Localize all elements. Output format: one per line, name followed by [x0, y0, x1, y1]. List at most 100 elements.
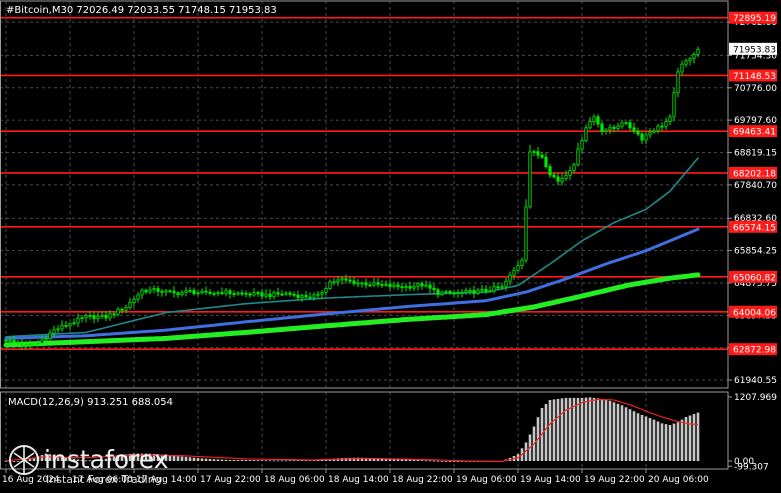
candle-body — [120, 308, 124, 311]
candle-body — [60, 325, 64, 330]
macd-bar — [200, 458, 204, 462]
time-tick-label: 20 Aug 06:00 — [648, 475, 709, 485]
candle-body — [500, 285, 504, 288]
macd-bar — [588, 397, 592, 462]
candle-body — [220, 292, 224, 295]
candle-body — [460, 291, 464, 294]
level-label: 69463.41 — [733, 128, 776, 138]
candle-body — [672, 92, 676, 118]
candle-body — [80, 317, 84, 320]
candle-body — [204, 290, 208, 293]
time-tick-label: 18 Aug 06:00 — [264, 475, 325, 485]
candle-body — [188, 290, 192, 292]
candle-body — [256, 292, 260, 295]
candle-body — [596, 116, 600, 125]
candle-body — [624, 122, 628, 124]
candle-body — [8, 339, 12, 342]
macd-bar — [284, 460, 288, 462]
candle-body — [92, 315, 96, 320]
macd-bar — [616, 403, 620, 462]
level-label: 65060.82 — [733, 273, 776, 283]
macd-bar — [436, 460, 440, 462]
macd-bar — [280, 460, 284, 462]
time-tick-label: 17 Aug 22:00 — [200, 475, 261, 485]
price-tick-label: 67840.70 — [734, 181, 777, 191]
candle-body — [196, 292, 200, 295]
macd-bar — [632, 411, 636, 462]
candle-body — [280, 293, 284, 296]
candle-body — [440, 291, 444, 295]
candle-body — [300, 295, 304, 298]
candle-body — [348, 279, 352, 282]
candle-body — [360, 282, 364, 285]
candle-body — [520, 259, 524, 266]
candle-body — [276, 292, 280, 295]
macd-bar — [628, 409, 632, 462]
candle-body — [116, 308, 120, 315]
macd-bar — [168, 455, 172, 462]
candle-body — [612, 126, 616, 129]
candle-body — [248, 293, 252, 296]
chart-header: #Bitcoin,M30 72026.49 72033.55 71748.15 … — [6, 5, 277, 16]
macd-bar — [172, 455, 176, 462]
candle-body — [692, 53, 696, 60]
macd-bar — [636, 413, 640, 462]
candle-body — [236, 292, 240, 295]
candle-body — [608, 126, 612, 131]
candle-body — [40, 339, 44, 344]
macd-bar — [560, 398, 564, 462]
candle-body — [332, 281, 336, 284]
macd-bar — [184, 456, 188, 462]
candle-body — [396, 284, 400, 288]
candle-body — [456, 292, 460, 294]
macd-bar — [424, 460, 428, 462]
candle-body — [264, 293, 268, 297]
macd-bar — [192, 457, 196, 462]
macd-bar — [256, 460, 260, 462]
candle-body — [512, 269, 516, 276]
candle-body — [656, 125, 660, 132]
candle-body — [548, 166, 552, 176]
candle-body — [216, 292, 220, 294]
macd-bar — [16, 461, 20, 462]
candle-body — [536, 151, 540, 156]
candle-body — [368, 284, 372, 287]
macd-bar — [228, 459, 232, 462]
candle-body — [340, 278, 344, 281]
candle-body — [412, 285, 416, 289]
candle-body — [240, 292, 244, 295]
level-label: 64004.06 — [733, 308, 776, 318]
candle-body — [148, 289, 152, 293]
candle-body — [476, 289, 480, 294]
candle-body — [212, 292, 216, 295]
candle-body — [168, 290, 172, 293]
candle-body — [580, 140, 584, 150]
price-tick-label: 68819.15 — [734, 149, 777, 159]
macd-bar — [416, 459, 420, 462]
trading-chart[interactable]: 72762.6071754.3070776.0069797.6068819.15… — [0, 0, 781, 489]
macd-bar — [412, 459, 416, 462]
candle-body — [16, 341, 20, 344]
candle-body — [600, 123, 604, 133]
candle-body — [352, 280, 356, 284]
candle-body — [376, 282, 380, 285]
candle-body — [688, 58, 692, 62]
macd-bar — [216, 459, 220, 462]
macd-bar — [288, 460, 292, 462]
candle-body — [668, 116, 672, 122]
candle-body — [524, 206, 528, 261]
macd-bar — [260, 460, 264, 462]
candle-body — [160, 291, 164, 293]
macd-bar — [600, 398, 604, 462]
candle-body — [576, 148, 580, 166]
candle-body — [528, 151, 532, 208]
candle-body — [124, 307, 128, 311]
candle-body — [584, 127, 588, 141]
candle-body — [628, 122, 632, 129]
candle-body — [648, 131, 652, 136]
macd-bar — [232, 459, 236, 462]
candle-body — [316, 293, 320, 296]
macd-bar — [680, 419, 684, 462]
candle-body — [588, 121, 592, 129]
candle-body — [532, 151, 536, 154]
